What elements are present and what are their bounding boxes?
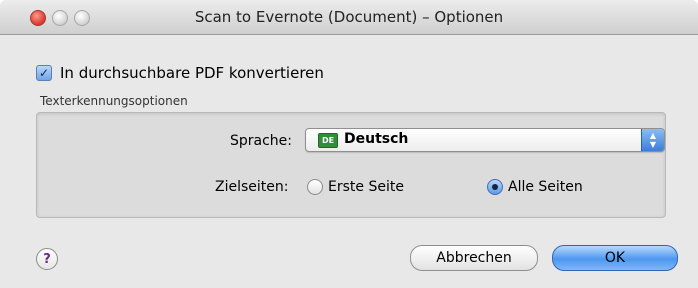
language-select[interactable]: DE Deutsch ▲ ▼ (305, 128, 665, 152)
radio-all-pages-button[interactable] (487, 179, 503, 195)
language-value: Deutsch (344, 131, 409, 147)
radio-first-page-button[interactable] (307, 179, 323, 195)
select-up-arrow: ▲ (649, 131, 657, 140)
cancel-button[interactable]: Abbrechen (410, 245, 538, 271)
target-pages-label: Zielseiten: (215, 179, 289, 195)
ok-button[interactable]: OK (552, 245, 678, 271)
ocr-options-title: Texterkennungsoptionen (40, 94, 188, 108)
checkmark-icon: ✓ (38, 66, 50, 80)
convert-pdf-label[interactable]: In durchsuchbare PDF konvertieren (60, 64, 324, 82)
convert-pdf-checkbox[interactable]: ✓ (36, 65, 52, 81)
select-down-arrow: ▼ (649, 140, 657, 149)
radio-first-page-label[interactable]: Erste Seite (328, 179, 404, 195)
convert-pdf-option[interactable]: ✓ In durchsuchbare PDF konvertieren (36, 64, 324, 82)
options-dialog: Scan to Evernote (Document) – Optionen ✓… (0, 0, 698, 288)
window-title: Scan to Evernote (Document) – Optionen (194, 8, 504, 26)
radio-first-page[interactable]: Erste Seite (307, 179, 404, 195)
select-arrows-icon: ▲ ▼ (641, 129, 664, 151)
help-button[interactable]: ? (36, 248, 58, 270)
language-label: Sprache: (230, 133, 293, 149)
title-bar[interactable]: Scan to Evernote (Document) – Optionen (0, 0, 698, 35)
language-flag-icon: DE (318, 133, 338, 148)
radio-all-pages-label[interactable]: Alle Seiten (508, 179, 583, 195)
radio-all-pages[interactable]: Alle Seiten (487, 179, 583, 195)
